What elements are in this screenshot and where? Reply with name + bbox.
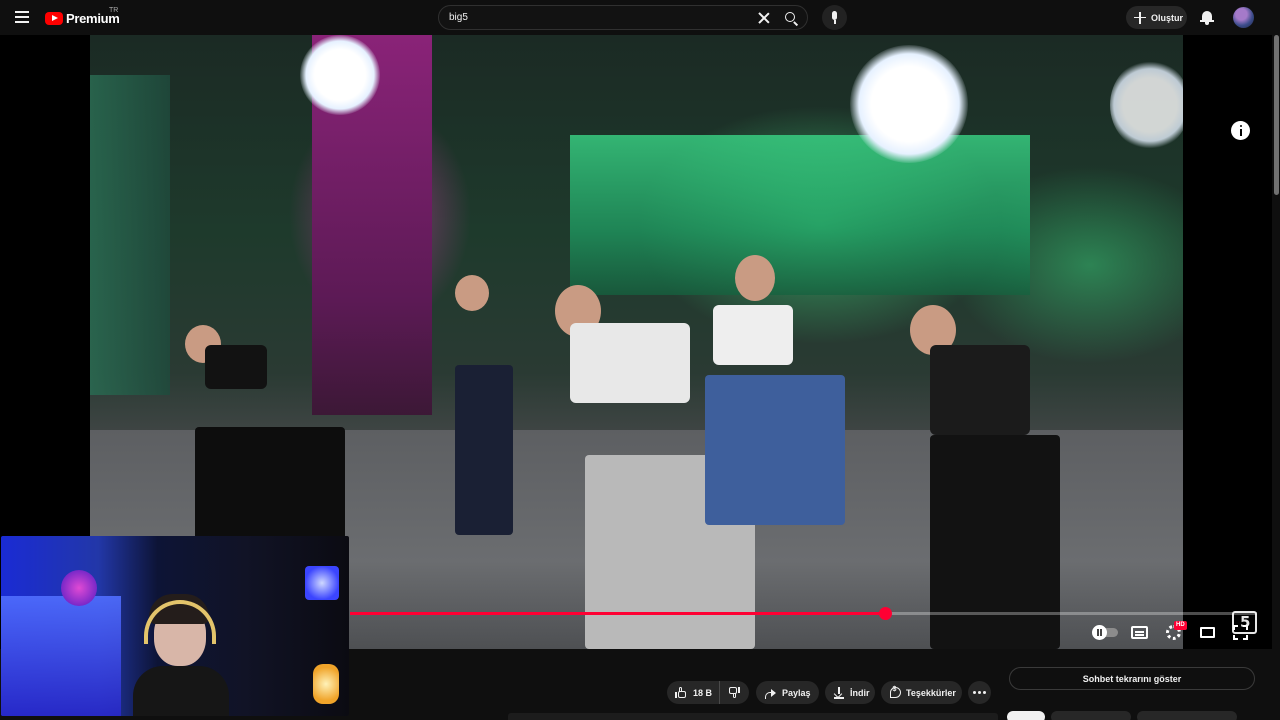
scene-wall xyxy=(90,75,170,395)
more-icon[interactable] xyxy=(968,681,991,704)
fullscreen-icon[interactable] xyxy=(1233,625,1248,640)
share-icon xyxy=(765,688,776,699)
plus-icon xyxy=(1134,11,1146,24)
info-icon[interactable] xyxy=(1231,121,1250,140)
progress-fill xyxy=(350,612,886,615)
dancer xyxy=(185,315,345,557)
thanks-label: Teşekkürler xyxy=(906,687,956,698)
download-icon xyxy=(834,687,844,699)
show-chat-replay-button[interactable]: Sohbet tekrarını göster xyxy=(1009,667,1255,690)
thanks-icon xyxy=(890,686,901,698)
thanks-button[interactable]: Teşekkürler xyxy=(881,681,962,704)
page-scrollbar[interactable] xyxy=(1273,35,1280,720)
like-count: 18 B xyxy=(693,687,713,698)
share-button[interactable]: Paylaş xyxy=(756,681,819,704)
theater-icon[interactable] xyxy=(1200,627,1215,638)
clear-icon[interactable] xyxy=(757,11,771,25)
webcam-overlay xyxy=(1,536,349,716)
youtube-logo-icon xyxy=(45,11,63,25)
recommendation-chips xyxy=(1007,711,1243,720)
scene-lamp xyxy=(300,35,380,115)
webcam-lamp xyxy=(313,664,339,704)
settings-icon[interactable]: HD xyxy=(1166,621,1187,640)
webcam-neon-sign xyxy=(305,566,339,600)
dislike-icon xyxy=(729,687,740,698)
dislike-button[interactable] xyxy=(720,681,749,704)
webcam-backdrop xyxy=(1,596,121,716)
bell-icon[interactable] xyxy=(1200,10,1214,25)
chip[interactable] xyxy=(1051,711,1131,720)
download-button[interactable]: İndir xyxy=(825,681,875,704)
chip[interactable] xyxy=(1007,711,1045,720)
like-icon xyxy=(675,687,686,698)
masthead: Premium TR big5 Oluştur xyxy=(0,0,1280,35)
hd-badge: HD xyxy=(1174,621,1187,630)
like-dislike-group: 18 B xyxy=(667,681,749,704)
dancer xyxy=(705,255,855,555)
streamer xyxy=(133,594,229,716)
dancer xyxy=(850,285,1080,649)
mic-icon[interactable] xyxy=(822,5,847,30)
chip[interactable] xyxy=(1137,711,1237,720)
download-label: İndir xyxy=(850,687,870,698)
create-button[interactable]: Oluştur xyxy=(1126,6,1187,29)
progress-bar[interactable] xyxy=(350,607,1257,620)
autoplay-toggle-icon[interactable] xyxy=(1092,625,1118,640)
country-code: TR xyxy=(109,7,119,14)
share-label: Paylaş xyxy=(782,687,811,698)
video-title-partial xyxy=(508,713,998,720)
subtitles-icon[interactable] xyxy=(1131,626,1148,639)
search-icon[interactable] xyxy=(784,11,800,27)
dancer xyxy=(435,275,535,535)
like-button[interactable]: 18 B xyxy=(667,681,720,704)
search-input[interactable]: big5 xyxy=(449,12,468,23)
webcam-backdrop-sun xyxy=(61,570,97,606)
scene-lamp xyxy=(1110,60,1183,150)
avatar[interactable] xyxy=(1233,7,1254,28)
search-box[interactable]: big5 xyxy=(438,5,808,30)
menu-icon[interactable] xyxy=(12,8,32,28)
scene-lamp xyxy=(850,45,968,163)
create-label: Oluştur xyxy=(1151,12,1184,23)
scrollbar-thumb[interactable] xyxy=(1274,35,1279,195)
